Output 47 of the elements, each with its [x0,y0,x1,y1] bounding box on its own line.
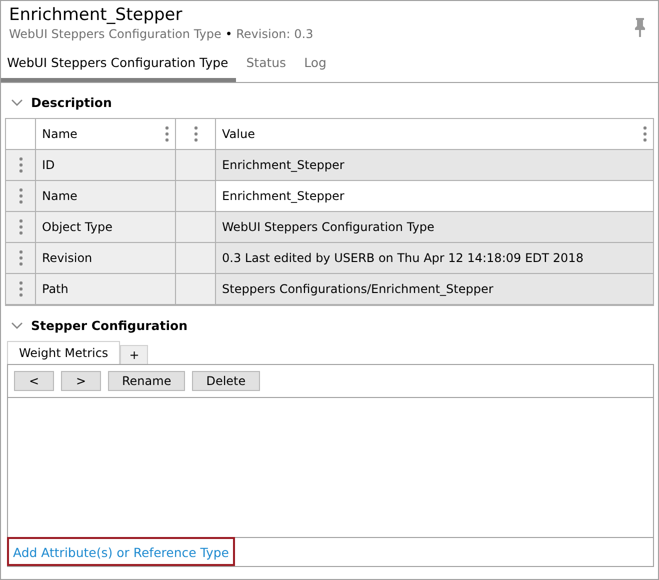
table-cell: Revision [36,243,176,274]
object-type: WebUI Steppers Configuration Type [9,27,222,41]
tab[interactable]: Log [298,51,334,82]
chevron-icon[interactable] [11,322,23,330]
row-handle[interactable] [6,212,36,243]
more-icon[interactable] [18,157,22,173]
table-cell [176,212,216,243]
column-header[interactable]: Name [36,119,176,150]
table-cell: Object Type [36,212,176,243]
table-cell [176,243,216,274]
table-cell: Name [36,181,176,212]
section-title: Stepper Configuration [31,318,188,333]
more-icon[interactable] [194,126,198,142]
pin-icon[interactable] [634,17,646,37]
table-cell: Enrichment_Stepper [216,150,653,181]
table-cell: Path [36,274,176,305]
toolbar-button[interactable]: > [61,371,101,391]
separator-dot: • [225,27,232,41]
tab[interactable]: Weight Metrics [7,341,120,364]
section-title: Description [31,95,112,110]
page-title: Enrichment_Stepper [9,5,184,25]
table-cell: ID [36,150,176,181]
tab[interactable]: + [120,345,148,364]
toolbar-button[interactable]: < [14,371,54,391]
row-handle[interactable] [6,243,36,274]
toolbar-button[interactable]: Rename [108,371,186,391]
more-icon[interactable] [165,126,169,142]
table-cell: 0.3 Last edited by USERB on Thu Apr 12 14:18:09 EDT 2018 [216,243,653,274]
row-handle[interactable] [6,274,36,305]
chevron-icon[interactable] [11,98,23,106]
row-handle[interactable] [6,181,36,212]
table-cell [176,181,216,212]
more-icon[interactable] [643,126,647,142]
tab[interactable]: WebUI Steppers Configuration Type [1,51,236,82]
column-header[interactable] [176,119,216,150]
table-cell: WebUI Steppers Configuration Type [216,212,653,243]
row-handle[interactable] [6,150,36,181]
toolbar-button[interactable]: Delete [192,371,260,391]
add-attribute-link[interactable]: Add Attribute(s) or Reference Type [13,545,229,560]
table-cell [176,150,216,181]
more-icon[interactable] [18,281,22,297]
more-icon[interactable] [18,250,22,266]
revision-label: Revision: 0.3 [236,27,314,41]
more-icon[interactable] [18,219,22,235]
tab[interactable]: Status [240,51,294,82]
table-cell: Steppers Configurations/Enrichment_Stepper [216,274,653,305]
more-icon[interactable] [18,188,22,204]
